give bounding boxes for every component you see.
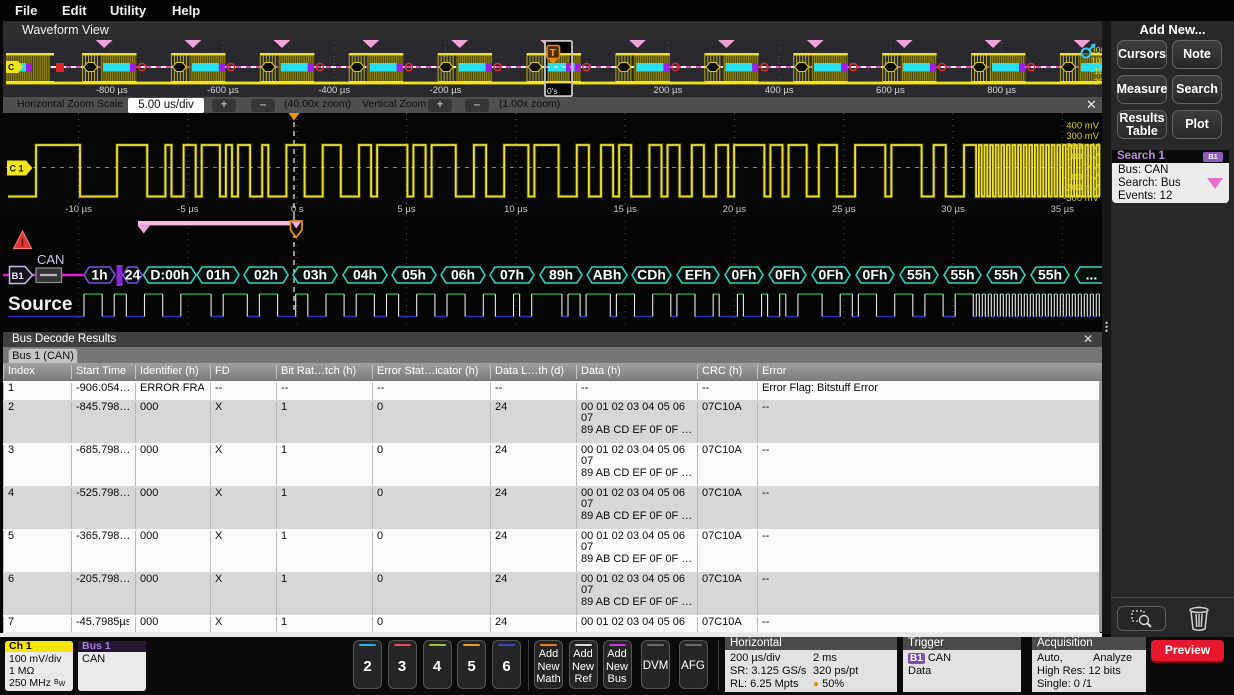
svg-text:55h: 55h <box>994 267 1018 283</box>
svg-text:600 µs: 600 µs <box>876 85 905 96</box>
svg-text:30 µs: 30 µs <box>941 204 965 215</box>
svg-text:20 µs: 20 µs <box>723 204 747 215</box>
svg-text:06h: 06h <box>451 267 475 283</box>
svg-text:01h: 01h <box>206 267 230 283</box>
svg-text:05h: 05h <box>402 267 426 283</box>
svg-text:89h: 89h <box>549 267 573 283</box>
svg-text:D:00h: D:00h <box>150 267 189 283</box>
svg-text:07h: 07h <box>500 267 524 283</box>
svg-text:55h: 55h <box>950 267 974 283</box>
svg-text:!: ! <box>21 237 25 249</box>
svg-text:B1: B1 <box>12 271 25 282</box>
svg-text:0 s: 0 s <box>291 204 304 215</box>
svg-text:10 µs: 10 µs <box>504 204 528 215</box>
svg-text:03h: 03h <box>303 267 327 283</box>
svg-text:1h: 1h <box>91 267 107 283</box>
svg-text:-10 µs: -10 µs <box>65 204 92 215</box>
svg-text:0Fh: 0Fh <box>863 267 888 283</box>
svg-text:-200 µs: -200 µs <box>430 85 462 96</box>
svg-text:5 µs: 5 µs <box>397 204 415 215</box>
svg-text:55h: 55h <box>1038 267 1062 283</box>
svg-text:-400 µs: -400 µs <box>318 85 350 96</box>
svg-text:400 µs: 400 µs <box>765 85 794 96</box>
svg-text:-600 µs: -600 µs <box>207 85 239 96</box>
svg-text:15 µs: 15 µs <box>613 204 637 215</box>
svg-text:C 1: C 1 <box>10 164 24 174</box>
svg-text:-100 mV: -100 mV <box>1091 66 1102 76</box>
svg-text:C: C <box>8 62 14 72</box>
svg-text:-300 mV: -300 mV <box>1063 193 1100 204</box>
svg-text:0's: 0's <box>547 86 558 96</box>
svg-text:-300 mV: -300 mV <box>1091 77 1102 87</box>
svg-text:Source: Source <box>8 294 72 315</box>
svg-text:200 µs: 200 µs <box>654 85 683 96</box>
svg-text:ABh: ABh <box>593 267 622 283</box>
svg-text:-800 µs: -800 µs <box>96 85 128 96</box>
svg-text:04h: 04h <box>353 267 377 283</box>
svg-text:0Fh: 0Fh <box>775 267 800 283</box>
svg-text:CAN: CAN <box>37 252 64 267</box>
svg-text:100 mV: 100 mV <box>1091 56 1102 66</box>
svg-text:0Fh: 0Fh <box>732 267 757 283</box>
svg-text:35 µs: 35 µs <box>1051 204 1075 215</box>
svg-text:CDh: CDh <box>637 267 666 283</box>
svg-text:25 µs: 25 µs <box>832 204 856 215</box>
svg-text:...: ... <box>1086 267 1098 283</box>
svg-text:-5 µs: -5 µs <box>177 204 199 215</box>
svg-text:T: T <box>550 47 557 59</box>
svg-text:24: 24 <box>125 267 141 283</box>
svg-text:0Fh: 0Fh <box>819 267 844 283</box>
svg-text:EFh: EFh <box>685 267 711 283</box>
svg-text:55h: 55h <box>907 267 931 283</box>
svg-text:800 µs: 800 µs <box>987 85 1016 96</box>
svg-text:02h: 02h <box>254 267 278 283</box>
